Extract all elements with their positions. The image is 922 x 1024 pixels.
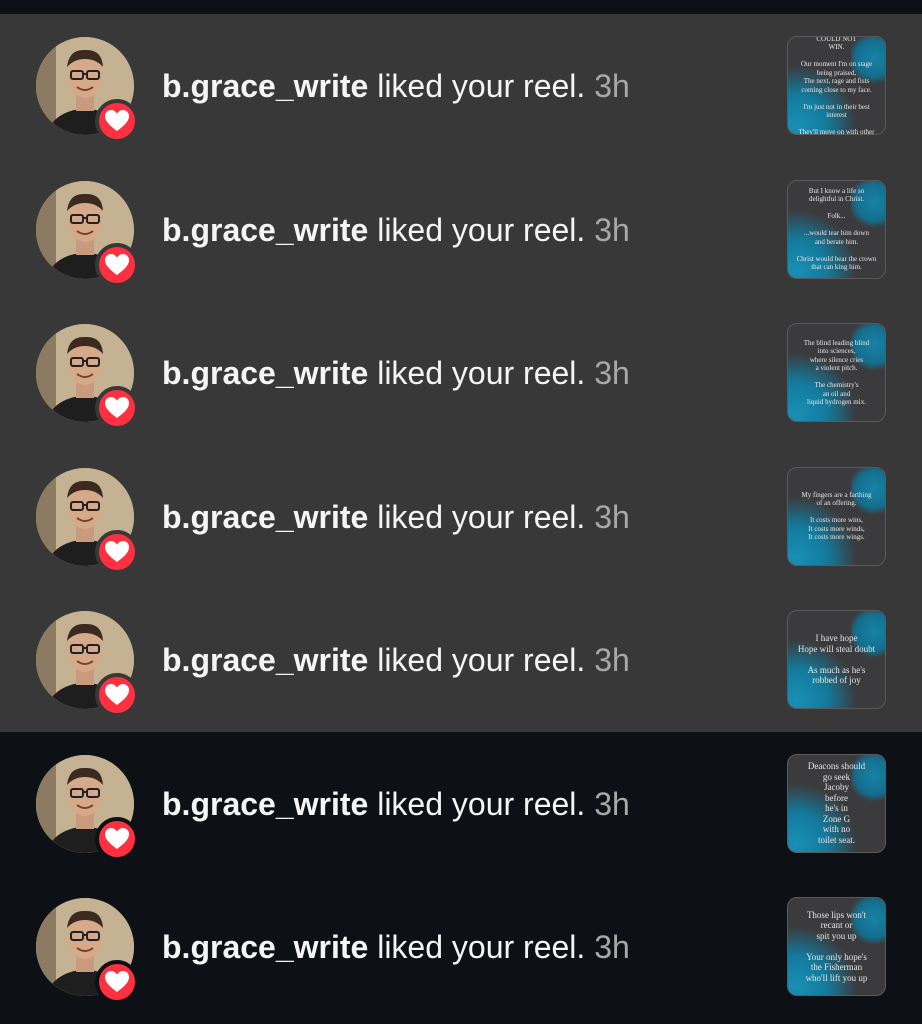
thumbnail-caption: Deacons should go seek Jacoby before he'… (807, 761, 866, 845)
heart-icon (95, 673, 139, 717)
notification-row[interactable]: b.grace_write liked your reel. 3h But I … (0, 157, 922, 301)
notification-row[interactable]: b.grace_write liked your reel. 3h My fin… (0, 444, 922, 588)
notification-text[interactable]: b.grace_write liked your reel. 3h (162, 927, 630, 967)
action-text: liked your reel. (377, 642, 586, 678)
heart-icon (95, 529, 139, 574)
action-text: liked your reel. (377, 355, 586, 391)
notification-text[interactable]: b.grace_write liked your reel. 3h (162, 784, 630, 824)
action-text: liked your reel. (377, 785, 586, 822)
thumbnail-caption: Those lips won't recant or spit you up Y… (805, 909, 868, 983)
thumbnail-caption: COULD NOT WIN. Our moment I'm on stage b… (798, 36, 875, 135)
username-link[interactable]: b.grace_write (162, 68, 368, 104)
timestamp: 3h (594, 642, 630, 678)
action-text: liked your reel. (377, 211, 586, 248)
notification-row[interactable]: b.grace_write liked your reel. 3h Deacon… (0, 731, 922, 875)
username-link[interactable]: b.grace_write (162, 642, 368, 678)
thumbnail-caption: The blind leading blind into sciences, w… (803, 338, 870, 407)
username-link[interactable]: b.grace_write (162, 499, 368, 535)
activity-list: b.grace_write liked your reel. 3h COULD … (0, 14, 922, 1019)
timestamp: 3h (594, 355, 630, 391)
username-link[interactable]: b.grace_write (162, 212, 368, 248)
heart-icon (95, 386, 139, 430)
notification-text[interactable]: b.grace_write liked your reel. 3h (162, 66, 630, 106)
timestamp: 3h (594, 68, 630, 104)
timestamp: 3h (594, 929, 630, 965)
notification-row[interactable]: b.grace_write liked your reel. 3h The bl… (0, 301, 922, 445)
notification-text[interactable]: b.grace_write liked your reel. 3h (162, 353, 630, 393)
notification-text[interactable]: b.grace_write liked your reel. 3h (162, 210, 630, 250)
notification-row[interactable]: b.grace_write liked your reel. 3h I have… (0, 588, 922, 732)
status-strip (0, 0, 922, 14)
username-link[interactable]: b.grace_write (162, 355, 368, 391)
reel-thumbnail[interactable]: But I know a life so delightful in Chris… (787, 179, 886, 279)
username-link[interactable]: b.grace_write (162, 929, 368, 965)
heart-icon (95, 816, 139, 861)
timestamp: 3h (594, 211, 630, 248)
reel-thumbnail[interactable]: The blind leading blind into sciences, w… (787, 323, 886, 422)
username-link[interactable]: b.grace_write (162, 786, 368, 822)
action-text: liked your reel. (377, 498, 586, 535)
timestamp: 3h (594, 785, 630, 822)
notification-row[interactable]: b.grace_write liked your reel. 3h Those … (0, 875, 922, 1019)
thumbnail-caption: But I know a life so delightful in Chris… (796, 186, 877, 272)
reel-thumbnail[interactable]: COULD NOT WIN. Our moment I'm on stage b… (787, 36, 886, 135)
heart-icon (95, 242, 139, 287)
thumbnail-caption: My fingers are a farthing of an offering… (801, 490, 872, 542)
thumbnail-caption: I have hope Hope will steal doubt As muc… (797, 633, 876, 686)
timestamp: 3h (594, 498, 630, 535)
heart-icon (95, 99, 139, 143)
notification-text[interactable]: b.grace_write liked your reel. 3h (162, 497, 630, 537)
reel-thumbnail[interactable]: I have hope Hope will steal doubt As muc… (787, 610, 886, 709)
reel-thumbnail[interactable]: Deacons should go seek Jacoby before he'… (787, 753, 886, 853)
heart-icon (95, 960, 139, 1004)
notification-row[interactable]: b.grace_write liked your reel. 3h COULD … (0, 14, 922, 158)
reel-thumbnail[interactable]: Those lips won't recant or spit you up Y… (787, 897, 886, 996)
notification-text[interactable]: b.grace_write liked your reel. 3h (162, 640, 630, 680)
action-text: liked your reel. (377, 68, 586, 104)
reel-thumbnail[interactable]: My fingers are a farthing of an offering… (787, 466, 886, 566)
action-text: liked your reel. (377, 929, 586, 965)
